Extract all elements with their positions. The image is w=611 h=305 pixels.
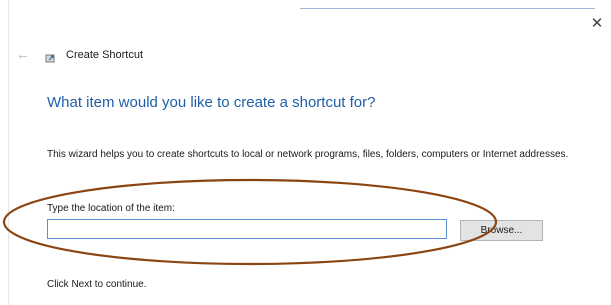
back-arrow-icon[interactable]: ← xyxy=(16,46,32,62)
create-shortcut-window: ✕ ← Create Shortcut What item would you … xyxy=(0,0,611,305)
shortcut-wizard-icon xyxy=(45,54,55,63)
window-left-border xyxy=(8,0,9,305)
window-top-border xyxy=(300,8,595,9)
wizard-title: Create Shortcut xyxy=(66,49,144,61)
close-icon[interactable]: ✕ xyxy=(587,14,607,34)
footer-instruction: Click Next to continue. xyxy=(47,279,147,290)
page-heading: What item would you like to create a sho… xyxy=(47,94,376,111)
browse-button[interactable]: Browse... xyxy=(460,220,543,241)
wizard-description: This wizard helps you to create shortcut… xyxy=(47,149,569,160)
location-field-label: Type the location of the item: xyxy=(47,203,175,214)
location-input[interactable] xyxy=(47,219,447,239)
